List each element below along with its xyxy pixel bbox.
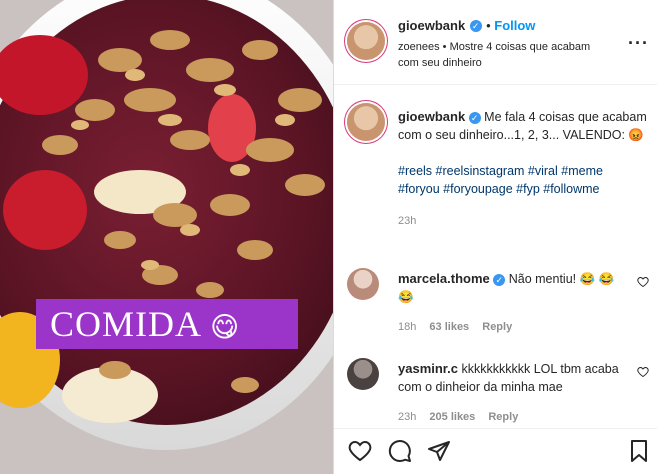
bookmark-icon[interactable]	[628, 439, 650, 463]
heart-icon[interactable]	[637, 366, 649, 378]
comment-meta: 18h 63 likes Reply	[398, 318, 628, 336]
post-details-panel: gioewbank ✓ • Follow zoenees • Mostre 4 …	[333, 0, 657, 474]
caption-avatar[interactable]	[347, 103, 385, 141]
avatar[interactable]	[347, 22, 385, 60]
overlay-label: COMIDA 😋	[36, 299, 298, 349]
reply-button[interactable]: Reply	[482, 321, 512, 333]
overlay-emoji: 😋	[210, 310, 241, 344]
comment-likes[interactable]: 63 likes	[429, 321, 469, 333]
comment-2: yasminr.c kkkkkkkkkkk LOL tbm acaba com …	[398, 360, 628, 426]
comment-time: 18h	[398, 321, 417, 333]
post-media[interactable]: COMIDA 😋	[0, 0, 333, 474]
comment-username[interactable]: marcela.thome	[398, 271, 490, 286]
header-user-row: gioewbank ✓ • Follow	[398, 17, 535, 35]
comment-avatar[interactable]	[347, 268, 379, 300]
comment-time: 23h	[398, 411, 417, 423]
post-header: gioewbank ✓ • Follow zoenees • Mostre 4 …	[334, 0, 657, 85]
more-options-icon[interactable]: ···	[628, 33, 649, 54]
share-icon[interactable]	[427, 439, 451, 463]
caption-username[interactable]: gioewbank	[398, 109, 465, 124]
comment-likes[interactable]: 205 likes	[429, 411, 475, 423]
verified-icon: ✓	[493, 273, 506, 286]
overlay-text: COMIDA	[50, 304, 201, 344]
caption-hashtags[interactable]: #reels #reelsinstagram #viral #meme #for…	[398, 162, 648, 198]
reply-button[interactable]: Reply	[488, 411, 518, 423]
comment-1: marcela.thome ✓ Não mentiu! 😂 😂😂 18h 63 …	[398, 270, 628, 336]
post-caption: gioewbank ✓ Me fala 4 coisas que acabam …	[398, 108, 648, 230]
follow-button[interactable]: Follow	[494, 18, 535, 33]
location-user: zoenees	[398, 41, 440, 53]
comment-icon[interactable]	[388, 439, 412, 463]
heart-icon[interactable]	[637, 276, 649, 288]
header-location[interactable]: zoenees • Mostre 4 coisas que acabam com…	[398, 39, 598, 71]
acai-bowl-image	[0, 0, 333, 474]
caption-time: 23h	[398, 215, 417, 227]
instagram-post: COMIDA 😋 gioewbank ✓ • Follow zoenees • …	[0, 0, 657, 474]
heart-icon[interactable]	[348, 439, 372, 463]
header-username[interactable]: gioewbank	[398, 18, 465, 33]
separator-dot: •	[442, 41, 450, 53]
verified-icon: ✓	[469, 19, 482, 32]
comment-meta: 23h 205 likes Reply	[398, 408, 628, 426]
comment-username[interactable]: yasminr.c	[398, 361, 458, 376]
comment-avatar[interactable]	[347, 358, 379, 390]
verified-icon: ✓	[468, 111, 481, 124]
action-bar	[334, 428, 657, 475]
